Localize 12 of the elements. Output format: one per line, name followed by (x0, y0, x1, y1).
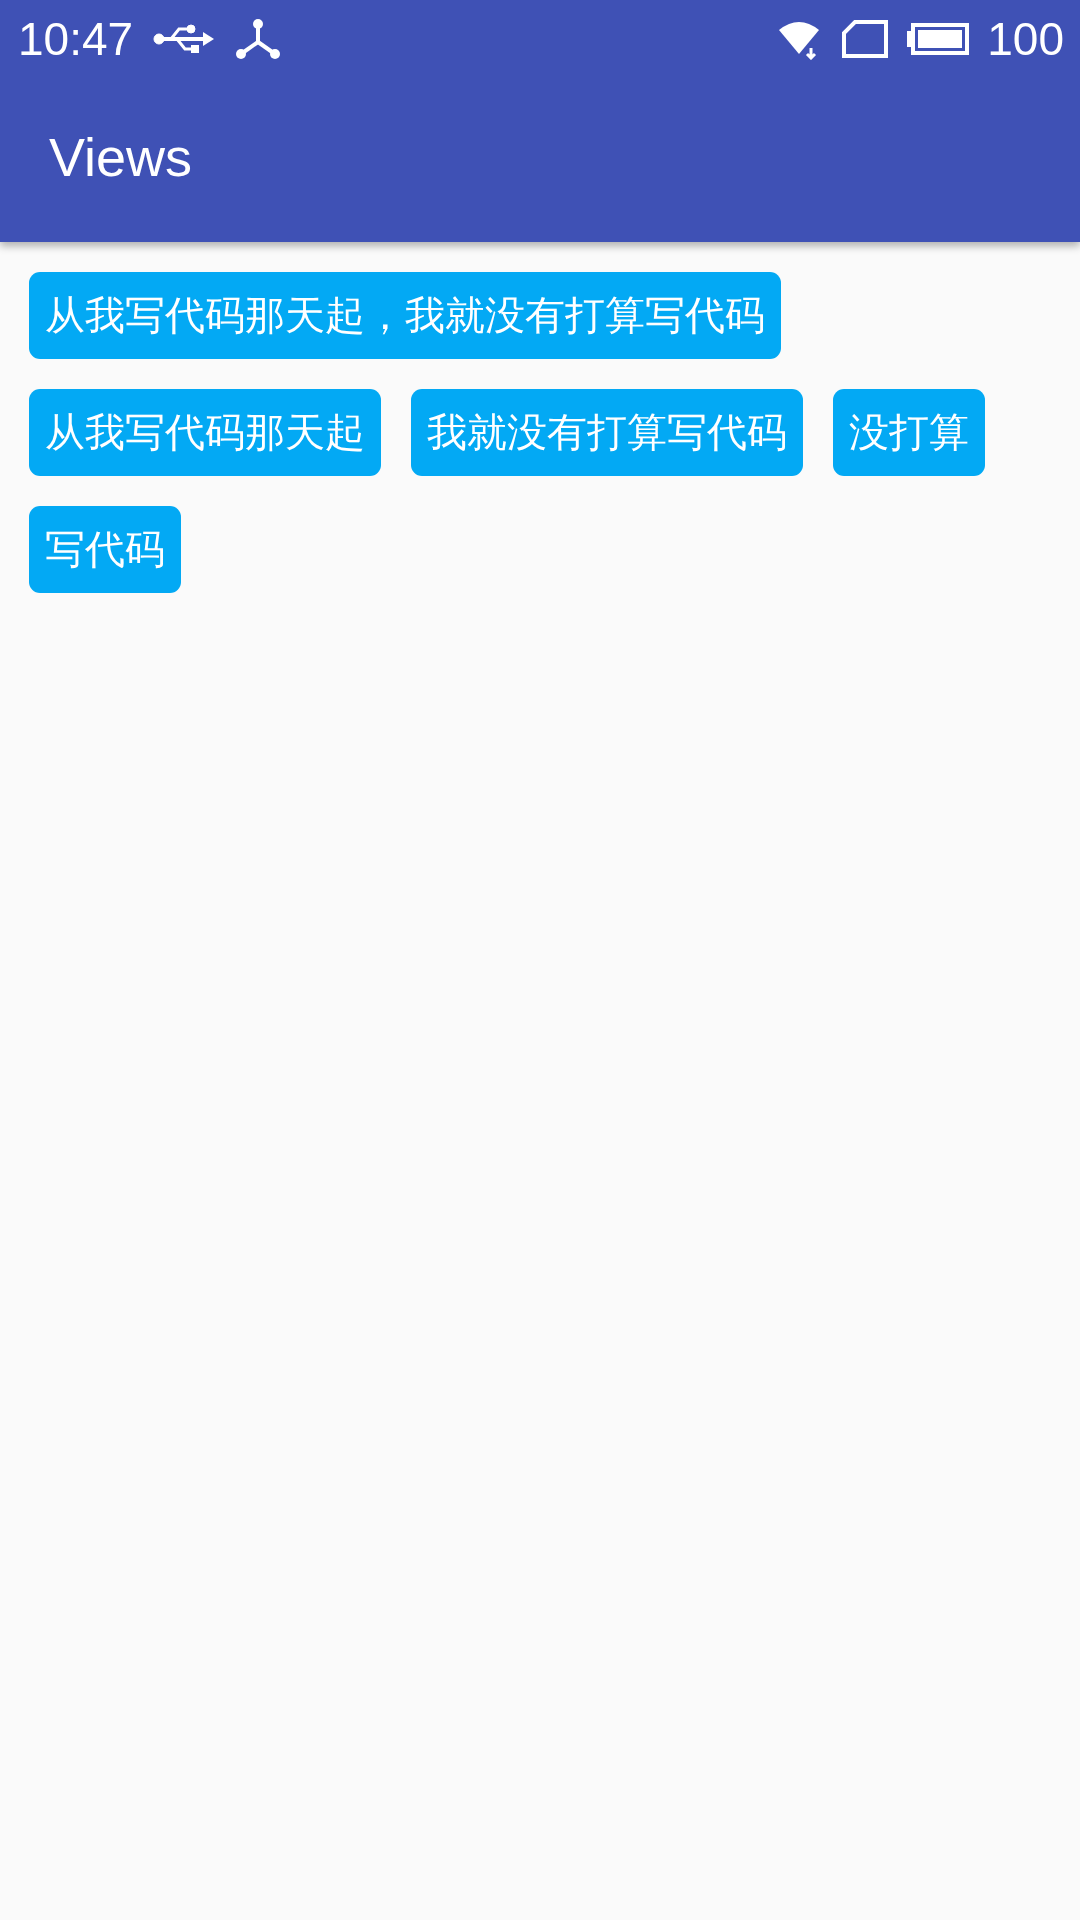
battery-level: 100 (987, 12, 1064, 66)
tag-chip[interactable]: 从我写代码那天起 (29, 389, 381, 476)
battery-icon (907, 23, 970, 55)
tether-icon (235, 18, 282, 60)
usb-icon (153, 24, 216, 54)
app-title: Views (49, 126, 193, 188)
tag-chip[interactable]: 写代码 (29, 506, 181, 593)
sim-card-icon (841, 19, 890, 59)
tag-chip[interactable]: 从我写代码那天起，我就没有打算写代码 (29, 272, 781, 359)
tag-chip[interactable]: 没打算 (833, 389, 985, 476)
tag-chip[interactable]: 我就没有打算写代码 (411, 389, 803, 476)
status-time: 10:47 (18, 12, 134, 66)
